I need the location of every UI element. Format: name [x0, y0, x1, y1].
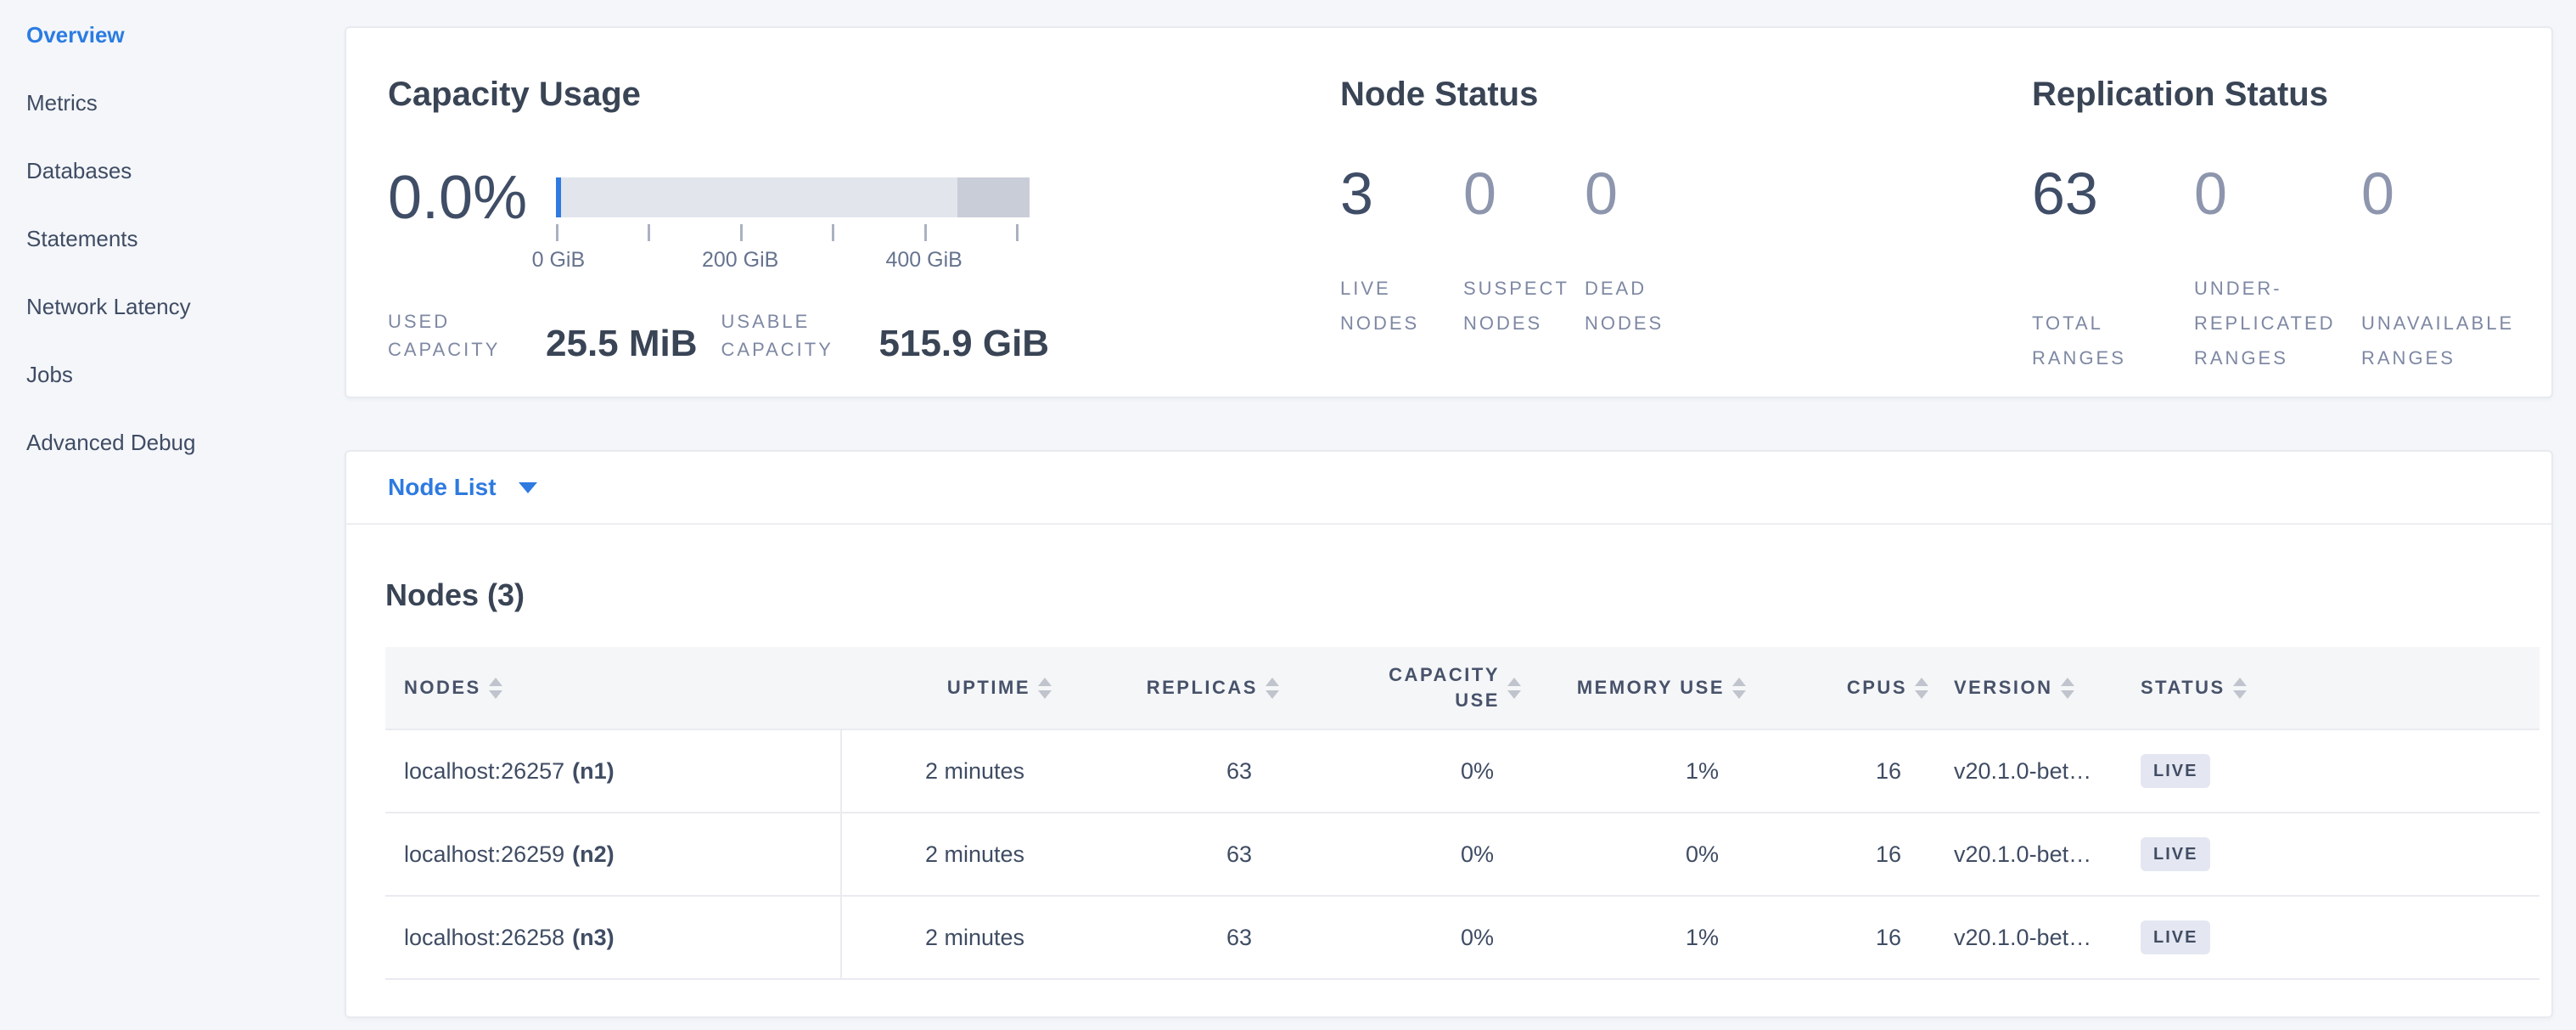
sidebar-item-overview[interactable]: Overview — [26, 24, 345, 47]
column-header-capacity-use[interactable]: CAPACITY USE — [1279, 647, 1521, 730]
node-status-title: Node Status — [1340, 74, 2032, 115]
sort-icon — [1915, 678, 1928, 699]
column-header-replicas[interactable]: REPLICAS — [1052, 647, 1279, 730]
memory-use-cell: 0% — [1521, 813, 1746, 897]
replicas-cell: 63 — [1052, 813, 1279, 897]
total-ranges-count: 63 — [2032, 162, 2194, 225]
version-cell: v20.1.0-bet… — [1928, 730, 2115, 813]
live-nodes-label: LIVE NODES — [1340, 271, 1451, 341]
node-list-dropdown-label: Node List — [388, 474, 497, 501]
capacity-gauge-bar — [556, 177, 1030, 217]
cpus-cell: 16 — [1746, 730, 1928, 813]
sort-icon — [2233, 678, 2247, 699]
uptime-cell: 2 minutes — [842, 813, 1052, 897]
column-header-uptime[interactable]: UPTIME — [842, 647, 1052, 730]
sort-icon — [1038, 678, 1052, 699]
sort-icon — [1732, 678, 1746, 699]
capacity-usage-section: Capacity Usage 0.0% — [388, 74, 1340, 397]
suspect-nodes-count: 0 — [1463, 162, 1585, 225]
under-replicated-ranges-label: UNDER-REPLICATED RANGES — [2194, 271, 2340, 375]
uptime-cell: 2 minutes — [842, 730, 1052, 813]
unavailable-ranges-label: UNAVAILABLE RANGES — [2361, 306, 2507, 375]
capacity-gauge-ticks — [556, 224, 1030, 245]
sort-icon — [1507, 678, 1521, 699]
sidebar: Overview Metrics Databases Statements Ne… — [0, 0, 345, 499]
cpus-cell: 16 — [1746, 813, 1928, 897]
column-header-cpus[interactable]: CPUS — [1746, 647, 1928, 730]
status-badge: LIVE — [2141, 920, 2210, 954]
dead-nodes-label: DEAD NODES — [1585, 271, 1695, 341]
node-address-cell[interactable]: localhost:26258 (n3) — [385, 897, 842, 980]
under-replicated-ranges-count: 0 — [2194, 162, 2361, 225]
uptime-cell: 2 minutes — [842, 897, 1052, 980]
live-nodes-count: 3 — [1340, 162, 1463, 225]
node-address-cell[interactable]: localhost:26259 (n2) — [385, 813, 842, 897]
usable-capacity-value: 515.9 GiB — [879, 324, 1050, 363]
used-capacity-value: 25.5 MiB — [546, 324, 698, 363]
node-list-card: Node List Nodes (3) NODES UPTIME REPLICA… — [345, 450, 2553, 1018]
replication-status-title: Replication Status — [2032, 74, 2551, 115]
node-list-dropdown[interactable]: Node List — [346, 452, 2551, 525]
main-content: Capacity Usage 0.0% — [345, 0, 2553, 1018]
nodes-table: NODES UPTIME REPLICAS CAPACITY USE MEMOR… — [385, 647, 2540, 980]
nodes-table-section: Nodes (3) NODES UPTIME REPLICAS CAPACITY… — [346, 525, 2551, 1016]
status-badge: LIVE — [2141, 754, 2210, 788]
column-header-status[interactable]: STATUS — [2115, 647, 2540, 730]
sort-icon — [2061, 678, 2074, 699]
used-capacity-label: USED CAPACITY — [388, 307, 539, 363]
capacity-gauge: 0 GiB 200 GiB 400 GiB — [556, 177, 1030, 273]
column-header-version[interactable]: VERSION — [1928, 647, 2115, 730]
replicas-cell: 63 — [1052, 730, 1279, 813]
node-address-cell[interactable]: localhost:26257 (n1) — [385, 730, 842, 813]
status-cell: LIVE — [2115, 730, 2540, 813]
status-badge: LIVE — [2141, 837, 2210, 871]
memory-use-cell: 1% — [1521, 897, 1746, 980]
status-cell: LIVE — [2115, 897, 2540, 980]
axis-label-400gib: 400 GiB — [886, 248, 962, 273]
sidebar-item-network-latency[interactable]: Network Latency — [26, 295, 345, 318]
axis-label-0gib: 0 GiB — [532, 248, 586, 273]
cluster-summary-card: Capacity Usage 0.0% — [345, 26, 2553, 398]
capacity-use-cell: 0% — [1279, 730, 1521, 813]
replicas-cell: 63 — [1052, 897, 1279, 980]
column-header-nodes[interactable]: NODES — [385, 647, 842, 730]
sidebar-item-advanced-debug[interactable]: Advanced Debug — [26, 431, 345, 454]
sidebar-item-statements[interactable]: Statements — [26, 228, 345, 250]
capacity-use-cell: 0% — [1279, 813, 1521, 897]
node-status-section: Node Status 3 0 0 LIVE NODES SUSPECT NOD… — [1340, 74, 2032, 397]
sort-icon — [489, 678, 502, 699]
sidebar-item-jobs[interactable]: Jobs — [26, 363, 345, 386]
sidebar-item-metrics[interactable]: Metrics — [26, 92, 345, 115]
usable-capacity-label: USABLE CAPACITY — [721, 307, 873, 363]
replication-status-section: Replication Status 63 0 0 TOTAL RANGES U… — [2032, 74, 2551, 397]
chevron-down-icon — [519, 482, 537, 493]
capacity-usage-title: Capacity Usage — [388, 74, 1340, 115]
capacity-gauge-other-segment — [957, 177, 1030, 217]
axis-label-200gib: 200 GiB — [702, 248, 778, 273]
nodes-table-title: Nodes (3) — [385, 577, 2536, 613]
capacity-used-percent: 0.0% — [388, 166, 527, 273]
total-ranges-label: TOTAL RANGES — [2032, 306, 2178, 375]
status-cell: LIVE — [2115, 813, 2540, 897]
version-cell: v20.1.0-bet… — [1928, 813, 2115, 897]
capacity-gauge-used-segment — [556, 177, 561, 217]
sidebar-item-databases[interactable]: Databases — [26, 160, 345, 183]
used-capacity-stat: USED CAPACITY 25.5 MiB — [388, 307, 698, 363]
sort-icon — [1266, 678, 1279, 699]
memory-use-cell: 1% — [1521, 730, 1746, 813]
version-cell: v20.1.0-bet… — [1928, 897, 2115, 980]
capacity-use-cell: 0% — [1279, 897, 1521, 980]
column-header-memory-use[interactable]: MEMORY USE — [1521, 647, 1746, 730]
suspect-nodes-label: SUSPECT NODES — [1463, 271, 1574, 341]
cpus-cell: 16 — [1746, 897, 1928, 980]
usable-capacity-stat: USABLE CAPACITY 515.9 GiB — [721, 307, 1050, 363]
dead-nodes-count: 0 — [1585, 162, 2032, 225]
unavailable-ranges-count: 0 — [2361, 162, 2551, 225]
